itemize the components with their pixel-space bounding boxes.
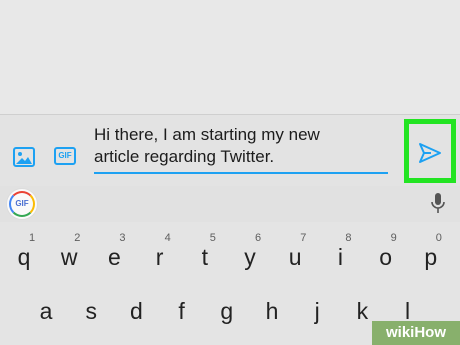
input-underline bbox=[94, 172, 388, 174]
key-f[interactable]: f bbox=[162, 280, 202, 328]
key-h[interactable]: h bbox=[252, 280, 292, 328]
key-letter: j bbox=[314, 298, 320, 324]
mic-icon[interactable] bbox=[430, 192, 446, 214]
key-letter: o bbox=[379, 244, 392, 270]
key-hint: 0 bbox=[435, 232, 442, 244]
key-r[interactable]: r4 bbox=[140, 226, 180, 274]
key-hint: 9 bbox=[390, 232, 397, 244]
message-input[interactable]: Hi there, I am starting my new article r… bbox=[94, 124, 394, 168]
key-e[interactable]: e3 bbox=[94, 226, 134, 274]
send-icon[interactable] bbox=[418, 142, 442, 164]
key-p[interactable]: p0 bbox=[411, 226, 451, 274]
key-o[interactable]: o9 bbox=[366, 226, 406, 274]
gif-keyboard-button[interactable]: GIF bbox=[7, 189, 37, 219]
gif-icon[interactable]: GIF bbox=[54, 147, 76, 165]
key-hint: 4 bbox=[164, 232, 171, 244]
wikihow-watermark: wikiHow bbox=[372, 321, 460, 345]
key-y[interactable]: y6 bbox=[230, 226, 270, 274]
key-hint: 8 bbox=[345, 232, 352, 244]
key-hint: 1 bbox=[29, 232, 36, 244]
message-text-line: article regarding Twitter. bbox=[94, 147, 275, 166]
message-text-line: Hi there, I am starting my new bbox=[94, 125, 320, 144]
key-hint: 7 bbox=[300, 232, 307, 244]
key-hint: 5 bbox=[209, 232, 216, 244]
key-letter: f bbox=[178, 298, 185, 324]
key-letter: p bbox=[424, 244, 438, 270]
key-t[interactable]: t5 bbox=[185, 226, 225, 274]
key-letter: i bbox=[337, 244, 343, 270]
key-letter: d bbox=[129, 298, 143, 324]
key-letter: s bbox=[85, 298, 97, 324]
key-letter: e bbox=[107, 244, 121, 270]
key-letter: a bbox=[39, 298, 53, 324]
key-letter: g bbox=[220, 298, 234, 324]
key-letter: q bbox=[17, 244, 31, 270]
suggestion-bar bbox=[0, 186, 460, 222]
key-hint: 2 bbox=[74, 232, 81, 244]
key-w[interactable]: w2 bbox=[49, 226, 89, 274]
key-hint: 6 bbox=[255, 232, 262, 244]
key-letter: h bbox=[265, 298, 279, 324]
key-hint: 3 bbox=[119, 232, 126, 244]
key-letter: r bbox=[155, 244, 164, 270]
key-j[interactable]: j bbox=[297, 280, 337, 328]
key-u[interactable]: u7 bbox=[275, 226, 315, 274]
key-letter: t bbox=[201, 244, 208, 270]
key-letter: w bbox=[60, 244, 78, 270]
key-i[interactable]: i8 bbox=[320, 226, 360, 274]
key-s[interactable]: s bbox=[71, 280, 111, 328]
key-letter: u bbox=[288, 244, 302, 270]
key-d[interactable]: d bbox=[116, 280, 156, 328]
conversation-area bbox=[0, 0, 460, 114]
image-icon[interactable] bbox=[13, 147, 35, 167]
key-q[interactable]: q1 bbox=[4, 226, 44, 274]
key-letter: y bbox=[244, 244, 256, 270]
key-a[interactable]: a bbox=[26, 280, 66, 328]
key-g[interactable]: g bbox=[207, 280, 247, 328]
